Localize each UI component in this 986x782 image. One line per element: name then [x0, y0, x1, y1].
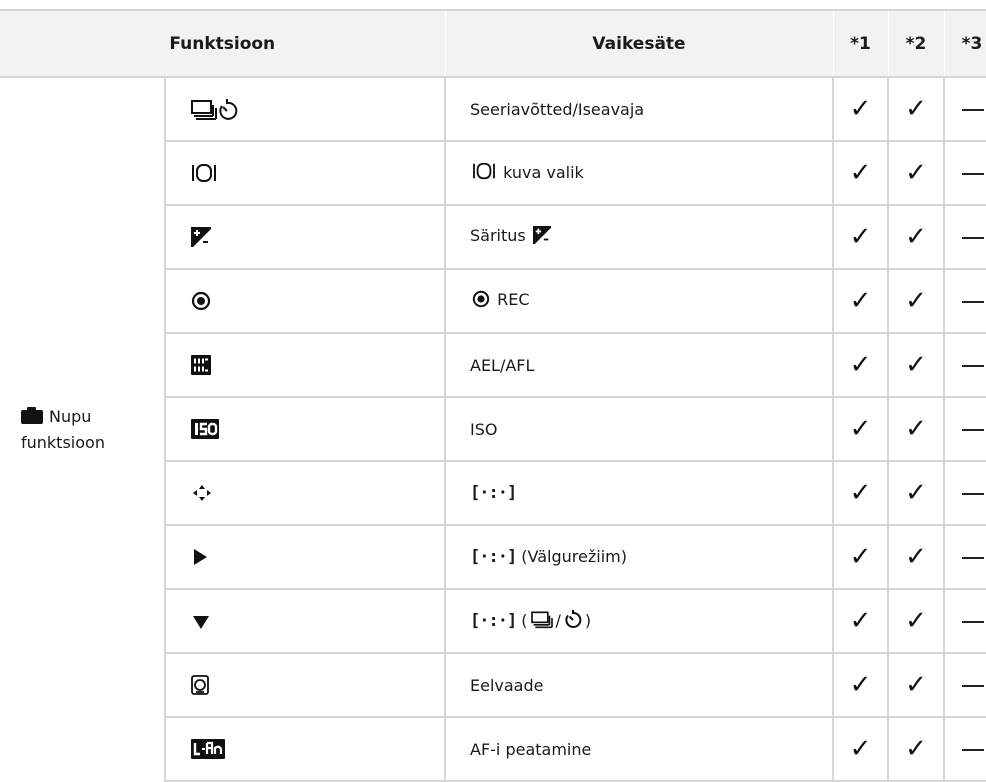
record-icon: [191, 291, 211, 311]
group-label-line2: funktsioon: [21, 432, 105, 452]
settings-table: Funktsioon Vaikesäte *1 *2 *3 Nupu funkt…: [0, 0, 986, 782]
af-area-icon: [·:·]: [470, 611, 517, 631]
header-col1: *1: [832, 9, 889, 78]
setting-value: REC: [497, 290, 530, 309]
multi-view-icon: [191, 162, 217, 184]
exposure-compensation-icon: [532, 226, 551, 248]
check-icon: ✓: [849, 94, 872, 124]
dash-icon: [961, 620, 984, 623]
check-icon: ✓: [849, 670, 872, 700]
self-timer-icon: [563, 609, 583, 633]
multi-view-icon: [472, 161, 496, 185]
check-icon: ✓: [849, 606, 872, 636]
setting-value: (: [521, 611, 528, 630]
setting-value: AEL/AFL: [445, 333, 834, 398]
dash-icon: [961, 236, 984, 239]
dash-icon: [961, 428, 984, 431]
check-icon: ✓: [905, 670, 927, 700]
arrow-pad-icon: [191, 483, 213, 503]
header-function: Funktsioon: [0, 9, 446, 78]
header-row: Funktsioon Vaikesäte *1 *2 *3: [0, 9, 986, 78]
check-icon: ✓: [905, 158, 927, 188]
setting-value: ISO: [445, 397, 834, 462]
dash-icon: [961, 492, 984, 495]
ael-afl-icon: [191, 355, 211, 376]
check-icon: ✓: [905, 350, 927, 380]
preview-icon: [191, 675, 209, 696]
sequential-icon: [530, 609, 554, 633]
camera-icon: [21, 407, 43, 430]
check-icon: ✓: [905, 94, 927, 124]
check-icon: ✓: [849, 414, 872, 444]
check-icon: ✓: [849, 158, 872, 188]
setting-value: AF-i peatamine: [445, 717, 834, 782]
group-label-line1: Nupu: [49, 407, 92, 427]
header-col3: *3: [943, 9, 986, 78]
af-area-icon: [·:·]: [470, 483, 517, 503]
group-label-cell: Nupu funktsioon: [0, 77, 166, 781]
check-icon: ✓: [905, 478, 927, 508]
setting-value: Seeriavõtted/Iseavaja: [445, 77, 834, 142]
check-icon: ✓: [849, 542, 872, 572]
table-row: Nupu funktsioon Seeriavõtted/Iseavaja ✓ …: [0, 77, 986, 781]
af-area-icon: [·:·]: [470, 547, 517, 567]
check-icon: ✓: [849, 350, 872, 380]
dash-icon: [961, 556, 984, 559]
check-icon: ✓: [905, 222, 927, 252]
setting-value: (Välgurežiim): [521, 547, 627, 566]
check-icon: ✓: [905, 414, 927, 444]
check-icon: ✓: [849, 286, 872, 316]
function-settings-table: Funktsioon Vaikesäte *1 *2 *3 Nupu funkt…: [0, 9, 986, 782]
check-icon: ✓: [905, 734, 927, 764]
check-icon: ✓: [905, 542, 927, 572]
check-icon: ✓: [905, 606, 927, 636]
setting-value: Eelvaade: [445, 653, 834, 718]
setting-suffix-end: ): [584, 611, 592, 630]
check-icon: ✓: [905, 286, 927, 316]
record-icon: [472, 290, 490, 312]
dash-icon: [961, 364, 984, 367]
dash-icon: [961, 300, 984, 303]
play-icon: [191, 547, 209, 567]
header-default: Vaikesäte: [444, 9, 834, 78]
check-icon: ✓: [849, 478, 872, 508]
check-icon: ✓: [849, 222, 872, 252]
dash-icon: [961, 748, 984, 751]
dash-icon: [961, 108, 984, 111]
iso-icon: [191, 419, 219, 440]
l-fn-icon: [191, 739, 225, 760]
check-icon: ✓: [849, 734, 872, 764]
header-col2: *2: [887, 9, 945, 78]
exposure-compensation-icon: [191, 227, 211, 248]
sequential-selftimer-icon: [191, 97, 239, 121]
down-triangle-icon: [191, 613, 211, 631]
setting-separator: /: [555, 611, 561, 630]
dash-icon: [961, 684, 984, 687]
dash-icon: [961, 172, 984, 175]
setting-value: kuva valik: [503, 163, 584, 182]
setting-value: Säritus: [470, 226, 526, 245]
